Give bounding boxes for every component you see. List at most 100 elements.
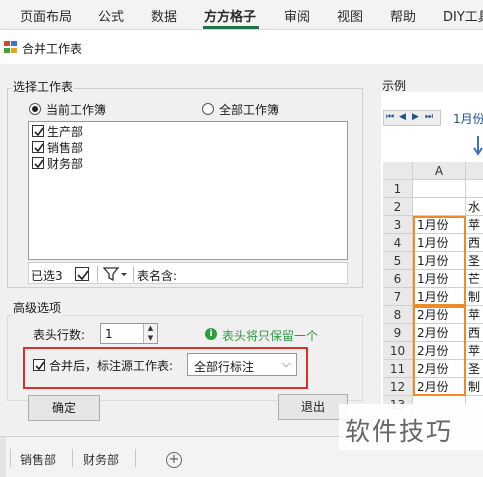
- cell-b: 西: [466, 324, 483, 342]
- app-grid-icon: [4, 41, 17, 53]
- row-header: 11: [383, 360, 413, 378]
- merge-mark-label: 合并后，标注源工作表:: [49, 359, 174, 373]
- check-icon: [34, 159, 44, 169]
- tab-scroll-strip: [0, 437, 6, 477]
- cell-b: 圣: [466, 252, 483, 270]
- stepper-buttons: ▲ ▼: [143, 324, 157, 343]
- cell-a: [413, 180, 466, 198]
- dialog-title: 合并工作表: [22, 42, 83, 56]
- ribbon-tab-bar: 页面布局 公式 数据 方方格子 审阅 视图 帮助 DIY工具: [0, 0, 483, 30]
- col-header-a: A: [413, 162, 466, 180]
- row-header: 4: [383, 234, 413, 252]
- row-header: 5: [383, 252, 413, 270]
- row-header: 8: [383, 306, 413, 324]
- row-header: 6: [383, 270, 413, 288]
- cell-b: 制: [466, 288, 483, 306]
- sheet-tab-sales[interactable]: 销售部: [20, 451, 56, 468]
- select-sheets-label: 选择工作表: [12, 78, 75, 95]
- cell-b: 水: [466, 198, 483, 216]
- advanced-options-label: 高级选项: [12, 299, 63, 316]
- header-info-text: 表头将只保留一个: [222, 329, 319, 343]
- next-sheet-icon: ▶: [412, 112, 419, 122]
- filter-icon[interactable]: [103, 266, 127, 282]
- row-header: 3: [383, 216, 413, 234]
- cell-b: 制: [466, 378, 483, 396]
- merge-mark-checkbox[interactable]: [33, 359, 45, 371]
- sheet-name-finance: 财务部: [47, 157, 84, 171]
- sheet-checkbox-finance[interactable]: [32, 157, 44, 169]
- highlight-january-rows: [413, 216, 466, 306]
- header-rows-stepper[interactable]: 1 ▲ ▼: [100, 323, 158, 344]
- ribbon-tab-formulas[interactable]: 公式: [98, 6, 124, 25]
- info-icon: i: [205, 328, 217, 340]
- dialog-titlebar: 合并工作表: [0, 31, 483, 64]
- stepper-down-icon[interactable]: ▼: [144, 334, 157, 343]
- sheet-checkbox-production[interactable]: [32, 125, 44, 137]
- tab-separator: [10, 449, 11, 467]
- example-sheet-tab: 1月份: [453, 112, 483, 126]
- sheet-name-production: 生产部: [47, 125, 84, 139]
- header-rows-label: 表头行数:: [33, 328, 86, 342]
- ribbon-tab-data[interactable]: 数据: [151, 6, 177, 25]
- toolbar-separator: [97, 266, 98, 282]
- tab-separator: [72, 449, 73, 467]
- example-preview: ⏮ ◀ ▶ ⏭ 1月份 A 1 2 水 3 1月份苹 4 1月份西 5 1月份圣 6 1月份芒 7 1月份…: [381, 92, 483, 412]
- cell-a: [413, 198, 466, 216]
- arrow-down-icon: [473, 136, 483, 156]
- row-header: 2: [383, 198, 413, 216]
- row-header: 12: [383, 378, 413, 396]
- sheet-name-sales: 销售部: [47, 141, 84, 155]
- add-sheet-icon[interactable]: +: [166, 452, 182, 468]
- sheet-checkbox-sales[interactable]: [32, 141, 44, 153]
- toolbar-separator: [133, 266, 134, 282]
- radio-current-workbook[interactable]: [29, 103, 41, 115]
- header-rows-value: 1: [105, 327, 113, 341]
- row-header: 1: [383, 180, 413, 198]
- ribbon-tab-help[interactable]: 帮助: [390, 6, 416, 25]
- select-all-checkbox[interactable]: [75, 267, 89, 281]
- row-header: 10: [383, 342, 413, 360]
- watermark-text: 软件技巧: [345, 417, 454, 446]
- sheet-name-filter-input[interactable]: [194, 265, 244, 283]
- check-icon: [77, 270, 89, 281]
- prev-sheet-icon: ◀: [399, 112, 406, 122]
- radio-all-workbooks[interactable]: [202, 103, 214, 115]
- ribbon-tab-review[interactable]: 审阅: [284, 6, 310, 25]
- tab-separator: [135, 449, 136, 467]
- cell-b: 芒: [466, 270, 483, 288]
- check-icon: [34, 127, 44, 137]
- ribbon-tab-page-layout[interactable]: 页面布局: [20, 6, 72, 25]
- sheet-list[interactable]: 生产部 销售部 财务部: [28, 121, 348, 260]
- ribbon-tab-view[interactable]: 视图: [337, 6, 363, 25]
- radio-all-workbooks-label: 全部工作簿: [219, 103, 280, 117]
- ok-button[interactable]: 确定: [28, 395, 100, 421]
- last-sheet-icon: ⏭: [425, 112, 434, 122]
- sheet-tab-finance[interactable]: 财务部: [83, 451, 119, 468]
- cell-b: 圣: [466, 360, 483, 378]
- stepper-up-icon[interactable]: ▲: [144, 324, 157, 333]
- mark-mode-select[interactable]: 全部行标注 ⌵: [187, 353, 297, 376]
- sheet-nav-buttons: ⏮ ◀ ▶ ⏭: [383, 110, 441, 126]
- watermark: 软件技巧: [339, 404, 483, 450]
- col-header-b: [466, 162, 483, 180]
- cell-b: 西: [466, 234, 483, 252]
- first-sheet-icon: ⏮: [386, 112, 395, 122]
- cell-b: [466, 180, 483, 198]
- cell-b: 苹: [466, 342, 483, 360]
- selected-count: 已选3: [31, 269, 63, 283]
- ribbon-tab-diy-tools[interactable]: DIY工具: [443, 6, 483, 25]
- exit-button[interactable]: 退出: [278, 394, 348, 420]
- sheet-list-toolbar: 已选3 表名含:: [28, 262, 348, 284]
- sheet-name-filter-label: 表名含:: [137, 269, 178, 283]
- active-tab-indicator: [203, 26, 259, 29]
- check-icon: [35, 361, 45, 371]
- highlight-february-rows: [413, 306, 466, 396]
- row-header: 9: [383, 324, 413, 342]
- check-icon: [34, 143, 44, 153]
- cell-b: 苹: [466, 216, 483, 234]
- ribbon-tab-fangfang[interactable]: 方方格子: [204, 6, 256, 25]
- mark-mode-value: 全部行标注: [194, 360, 255, 374]
- radio-current-workbook-label: 当前工作簿: [46, 103, 107, 117]
- chevron-down-icon: ⌵: [282, 359, 290, 370]
- grid-corner: [383, 162, 413, 180]
